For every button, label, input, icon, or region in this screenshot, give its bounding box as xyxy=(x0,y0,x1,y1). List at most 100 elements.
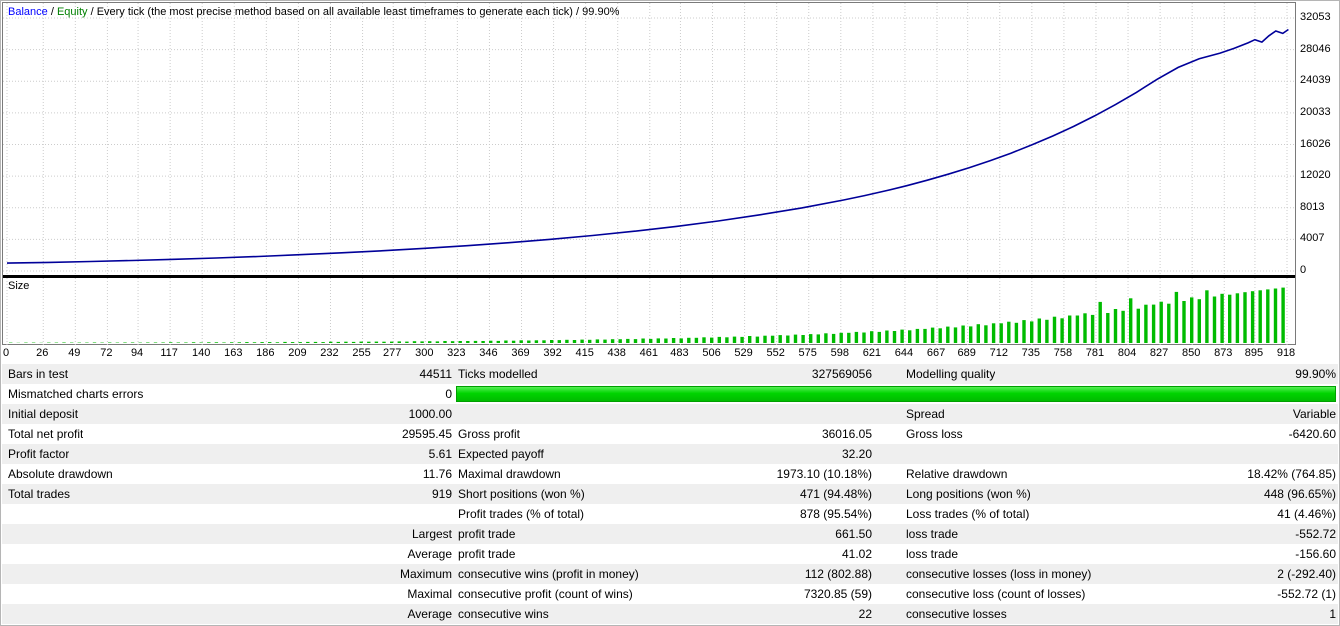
stat-value: 327569056 xyxy=(811,367,872,381)
x-axis-label: 781 xyxy=(1085,347,1105,359)
strategy-tester-report: Balance / Equity / Every tick (the most … xyxy=(0,0,1340,626)
x-axis-label: 346 xyxy=(479,347,498,359)
table-row: Profit trades (% of total) 878 (95.54%) Lo… xyxy=(2,504,1338,524)
x-axis-label: 369 xyxy=(511,347,530,359)
stat-value: 112 (802.88) xyxy=(804,567,872,581)
stat-value: 41 (4.46%) xyxy=(1277,507,1336,521)
stat-label: Ticks modelled xyxy=(458,367,538,381)
stat-label: Bars in test xyxy=(8,367,69,381)
x-axis-label: 232 xyxy=(320,347,339,359)
stat-label: Short positions (won %) xyxy=(458,487,585,501)
stat-label: Modelling quality xyxy=(906,367,996,381)
x-axis-label: 209 xyxy=(288,347,307,359)
stat-value: 36016.05 xyxy=(821,427,872,441)
stat-value: 2 (-292.40) xyxy=(1277,567,1336,581)
chart-legend: Balance / Equity / Every tick (the most … xyxy=(8,6,619,18)
stat-label: loss trade xyxy=(906,527,959,541)
x-axis-label: 850 xyxy=(1181,347,1201,359)
stat-value: -156.60 xyxy=(1295,547,1336,561)
size-bars xyxy=(9,287,1285,343)
y-axis-label: 16026 xyxy=(1300,137,1331,150)
stat-value: 7320.85 (59) xyxy=(803,587,872,601)
stat-value: -552.72 xyxy=(1295,527,1336,541)
stat-value: 99.90% xyxy=(1295,367,1336,381)
stat-value: 32.20 xyxy=(841,447,872,461)
y-axis-label: 24039 xyxy=(1300,74,1331,87)
stat-value: 448 (96.65%) xyxy=(1263,487,1336,501)
stat-label: Maximal drawdown xyxy=(458,467,561,481)
stat-label: Spread xyxy=(906,407,945,421)
x-axis-label: 827 xyxy=(1149,347,1169,359)
x-axis-label: 461 xyxy=(639,347,658,359)
stat-label: Gross loss xyxy=(906,427,963,441)
y-axis-labels: 32053 28046 24039 20033 16026 12020 8013 4007 0 xyxy=(1300,2,1340,345)
x-axis-label: 644 xyxy=(894,347,914,359)
y-axis-label: 8013 xyxy=(1300,200,1325,213)
table-row: Total trades 919 Short positions (won %) 47… xyxy=(2,484,1338,504)
table-row: Mismatched charts errors 0 xyxy=(2,384,1338,404)
table-row: Total net profit 29595.45 Gross profit 3601… xyxy=(2,424,1338,444)
x-axis-label: 735 xyxy=(1021,347,1041,359)
stat-label: Mismatched charts errors xyxy=(8,387,144,401)
y-axis-label: 20033 xyxy=(1300,105,1331,118)
table-row: Average consecutive wins 22 consecutive los… xyxy=(2,604,1338,624)
stat-label: Gross profit xyxy=(458,427,521,441)
x-axis-label: 483 xyxy=(670,347,689,359)
table-row: Initial deposit 1000.00 Spread Variable xyxy=(2,404,1338,424)
x-axis-label: 689 xyxy=(957,347,976,359)
legend-separator: / xyxy=(87,6,97,18)
stat-value: Largest xyxy=(411,527,452,541)
modelling-quality-bar xyxy=(456,386,1336,402)
model-description: Every tick (the most precise method base… xyxy=(96,6,573,18)
stat-value: 661.50 xyxy=(835,527,872,541)
stat-label: loss trade xyxy=(906,547,959,561)
y-axis-label: 0 xyxy=(1300,264,1307,276)
x-axis-label: 72 xyxy=(100,347,113,359)
x-axis-label: 804 xyxy=(1117,347,1137,359)
table-row: Profit factor 5.61 Expected payoff 32.20 xyxy=(2,444,1338,464)
x-axis-label: 255 xyxy=(352,347,371,359)
stat-value: 44511 xyxy=(419,367,452,381)
x-axis-label: 438 xyxy=(607,347,626,359)
x-axis-label: 918 xyxy=(1276,347,1296,359)
table-row: Maximal consecutive profit (count of wins… xyxy=(2,584,1338,604)
x-axis-label: 621 xyxy=(862,347,882,359)
balance-legend-label: Balance xyxy=(8,6,48,18)
x-axis-label: 277 xyxy=(383,347,402,359)
stat-value: 0 xyxy=(445,387,452,401)
x-axis-label: 323 xyxy=(447,347,466,359)
x-axis-label: 0 xyxy=(2,347,10,359)
stat-label: Total trades xyxy=(8,487,71,501)
size-bars-chart xyxy=(6,278,1288,345)
x-axis-label: 140 xyxy=(192,347,211,359)
x-axis-label: 392 xyxy=(543,347,562,359)
modelling-quality-inline: 99.90% xyxy=(582,6,620,18)
stat-value: 18.42% (764.85) xyxy=(1247,467,1336,481)
x-axis-label: 415 xyxy=(575,347,594,359)
x-axis-label: 506 xyxy=(702,347,721,359)
x-axis-label: 552 xyxy=(766,347,785,359)
stat-label: Expected payoff xyxy=(458,447,544,461)
x-axis-label: 667 xyxy=(926,347,946,359)
x-axis-label: 712 xyxy=(989,347,1008,359)
stat-value: 29595.45 xyxy=(401,427,452,441)
stat-label: Initial deposit xyxy=(8,407,79,421)
x-axis-labels: 0 26 49 72 94 117 140 163 186 209 232 255 277 300 323 3… xyxy=(2,347,1296,361)
stat-value: 471 (94.48%) xyxy=(799,487,872,501)
stat-value: 1 xyxy=(1329,607,1336,621)
stat-value: 878 (95.54%) xyxy=(799,507,872,521)
y-axis-label: 4007 xyxy=(1300,232,1325,245)
stat-label: profit trade xyxy=(458,547,516,561)
x-axis-label: 49 xyxy=(68,347,81,359)
stat-value: -552.72 (1) xyxy=(1277,587,1336,601)
stat-label: consecutive losses xyxy=(906,607,1007,621)
stat-value: Variable xyxy=(1292,407,1336,421)
stat-label: profit trade xyxy=(458,527,516,541)
x-axis-label: 186 xyxy=(256,347,275,359)
stat-label: Relative drawdown xyxy=(906,467,1008,481)
stat-value: -6420.60 xyxy=(1288,427,1336,441)
x-axis-label: 758 xyxy=(1053,347,1073,359)
x-axis-label: 26 xyxy=(36,347,49,359)
stat-label: Loss trades (% of total) xyxy=(906,507,1030,521)
x-axis-label: 163 xyxy=(224,347,243,359)
